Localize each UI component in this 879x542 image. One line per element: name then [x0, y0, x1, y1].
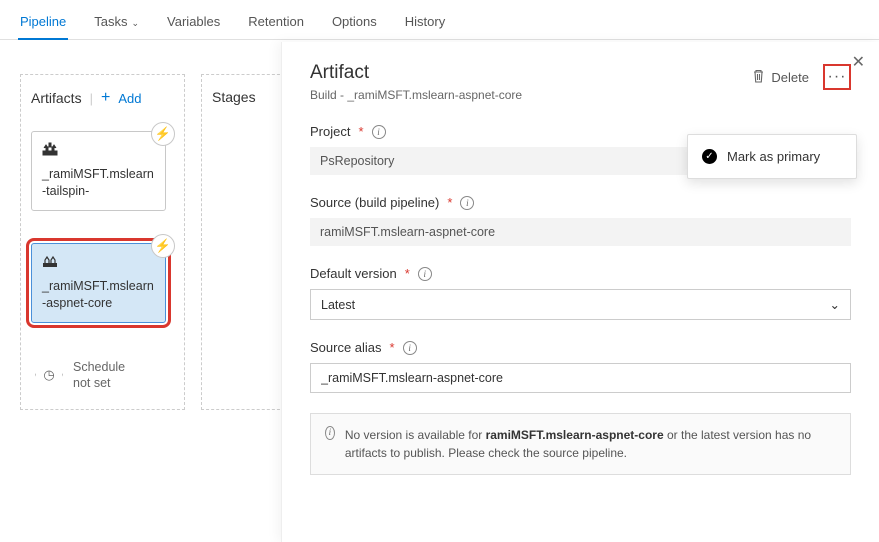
- alias-input[interactable]: [310, 363, 851, 393]
- artifact-card-selected[interactable]: ⚡ _ramiMSFT.mslearn-aspnet-core: [31, 243, 166, 323]
- check-circle-icon: ✓: [702, 149, 717, 164]
- artifact-panel: ✕ Artifact Build - _ramiMSFT.mslearn-asp…: [281, 42, 879, 542]
- panel-subtitle: Build - _ramiMSFT.mslearn-aspnet-core: [310, 88, 522, 102]
- trash-icon: [752, 69, 765, 86]
- add-artifact-button[interactable]: Add: [118, 91, 141, 106]
- delete-button[interactable]: Delete: [752, 69, 809, 86]
- close-icon[interactable]: ✕: [852, 52, 865, 72]
- stages-title: Stages: [212, 89, 256, 105]
- warning-message: i No version is available for ramiMSFT.m…: [310, 413, 851, 475]
- info-icon[interactable]: i: [418, 267, 432, 281]
- mark-primary-item[interactable]: ✓ Mark as primary: [688, 141, 856, 172]
- source-label: Source (build pipeline): [310, 195, 439, 210]
- panel-title: Artifact: [310, 62, 522, 84]
- tab-variables[interactable]: Variables: [165, 8, 222, 39]
- chevron-down-icon: ⌄: [830, 297, 840, 312]
- tab-pipeline[interactable]: Pipeline: [18, 8, 68, 39]
- artifact-name: _ramiMSFT.mslearn-aspnet-core: [42, 278, 155, 312]
- info-icon[interactable]: i: [403, 341, 417, 355]
- alias-label: Source alias: [310, 340, 382, 355]
- lightning-icon: ⚡: [155, 126, 171, 142]
- chevron-down-icon: ⌄: [132, 18, 140, 28]
- lightning-icon: ⚡: [155, 238, 171, 254]
- trigger-badge[interactable]: ⚡: [151, 234, 175, 258]
- artifacts-title: Artifacts: [31, 90, 82, 106]
- schedule-button[interactable]: ◷ Schedule not set: [31, 355, 174, 396]
- artifacts-column: Artifacts | + Add ⚡ _ramiMSFT.mslearn-ta…: [20, 74, 185, 410]
- tab-history[interactable]: History: [403, 8, 447, 39]
- tab-options[interactable]: Options: [330, 8, 379, 39]
- trigger-badge[interactable]: ⚡: [151, 122, 175, 146]
- more-actions-menu: ✓ Mark as primary: [687, 134, 857, 179]
- version-label: Default version: [310, 266, 397, 281]
- clock-icon: ◷: [43, 367, 54, 383]
- tab-retention[interactable]: Retention: [246, 8, 306, 39]
- more-actions-button[interactable]: ···: [823, 64, 851, 90]
- info-icon[interactable]: i: [372, 125, 386, 139]
- source-field: ramiMSFT.mslearn-aspnet-core: [310, 218, 851, 246]
- build-icon: [42, 254, 155, 272]
- project-label: Project: [310, 124, 350, 139]
- plus-icon: +: [101, 89, 110, 107]
- tab-tasks[interactable]: Tasks⌄: [92, 8, 141, 39]
- version-select[interactable]: Latest ⌄: [310, 289, 851, 320]
- info-icon: i: [325, 426, 335, 440]
- artifact-card[interactable]: ⚡ _ramiMSFT.mslearn-tailspin-: [31, 131, 166, 211]
- tab-bar: Pipeline Tasks⌄ Variables Retention Opti…: [0, 0, 879, 40]
- info-icon[interactable]: i: [460, 196, 474, 210]
- ellipsis-icon: ···: [828, 68, 847, 86]
- build-icon: [42, 142, 155, 160]
- artifact-name: _ramiMSFT.mslearn-tailspin-: [42, 166, 155, 200]
